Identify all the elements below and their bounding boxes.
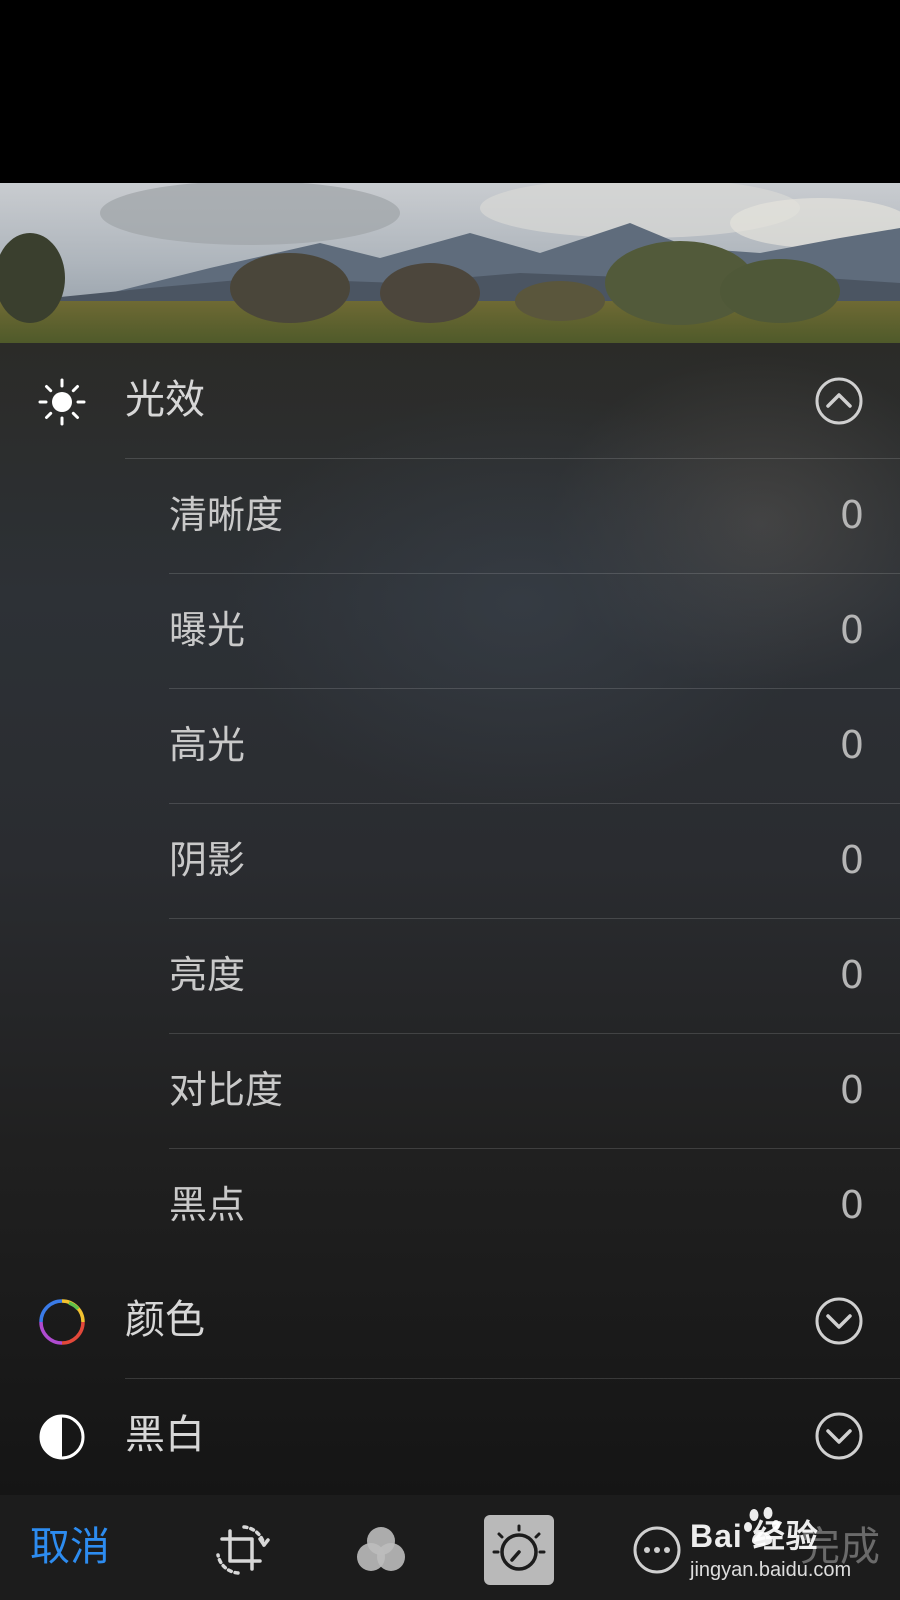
baidu-watermark: Bai 经验 jingyan.baidu.com [690, 1503, 890, 1593]
adjust-label: 高光 [169, 723, 246, 767]
section-light[interactable]: 光效 [0, 343, 900, 458]
adjust-label: 亮度 [169, 953, 246, 997]
adjust-value: 0 [839, 493, 864, 537]
adjust-value: 0 [839, 1068, 864, 1112]
adjust-row-shadows[interactable]: 阴影 0 [0, 803, 900, 918]
adjust-value: 0 [839, 723, 864, 767]
adjust-dial-icon[interactable] [484, 1515, 554, 1585]
adjust-label: 对比度 [169, 1068, 284, 1112]
adjust-label: 清晰度 [169, 493, 284, 537]
adjust-row-brightness[interactable]: 亮度 0 [0, 918, 900, 1033]
chevron-up-icon[interactable] [814, 376, 864, 426]
chevron-down-icon[interactable] [814, 1296, 864, 1346]
section-light-label: 光效 [125, 377, 205, 423]
adjust-row-highlights[interactable]: 高光 0 [0, 688, 900, 803]
adjust-label: 阴影 [169, 838, 246, 882]
adjust-value: 0 [839, 1183, 864, 1227]
adjust-value: 0 [839, 953, 864, 997]
adjust-value: 0 [839, 608, 864, 652]
color-wheel-icon [38, 1298, 86, 1346]
adjust-row-contrast[interactable]: 对比度 0 [0, 1033, 900, 1148]
more-options-icon[interactable] [622, 1515, 692, 1585]
adjust-label: 黑点 [169, 1183, 246, 1227]
sun-icon [38, 378, 86, 426]
section-black-white[interactable]: 黑白 [0, 1378, 900, 1493]
cancel-button[interactable]: 取消 [30, 1495, 110, 1600]
watermark-brand: Bai 经验 [690, 1518, 819, 1554]
adjust-row-black-point[interactable]: 黑点 0 [0, 1148, 900, 1263]
section-color-label: 颜色 [125, 1297, 205, 1343]
adjust-label: 曝光 [169, 608, 246, 652]
adjust-row-definition[interactable]: 清晰度 0 [0, 458, 900, 573]
half-circle-icon [38, 1413, 86, 1461]
section-color[interactable]: 颜色 [0, 1263, 900, 1378]
watermark-url: jingyan.baidu.com [690, 1559, 852, 1581]
adjust-row-exposure[interactable]: 曝光 0 [0, 573, 900, 688]
top-letterbox [0, 0, 900, 183]
photo-preview[interactable] [0, 183, 900, 343]
crop-rotate-icon[interactable] [206, 1515, 276, 1585]
adjustments-panel: 光效 清晰度 0 曝光 0 高光 0 阴影 0 亮度 0 对比度 0 黑点 0 … [0, 343, 900, 1495]
filters-icon[interactable] [346, 1515, 416, 1585]
chevron-down-icon[interactable] [814, 1411, 864, 1461]
section-bw-label: 黑白 [125, 1412, 205, 1458]
adjust-value: 0 [839, 838, 864, 882]
